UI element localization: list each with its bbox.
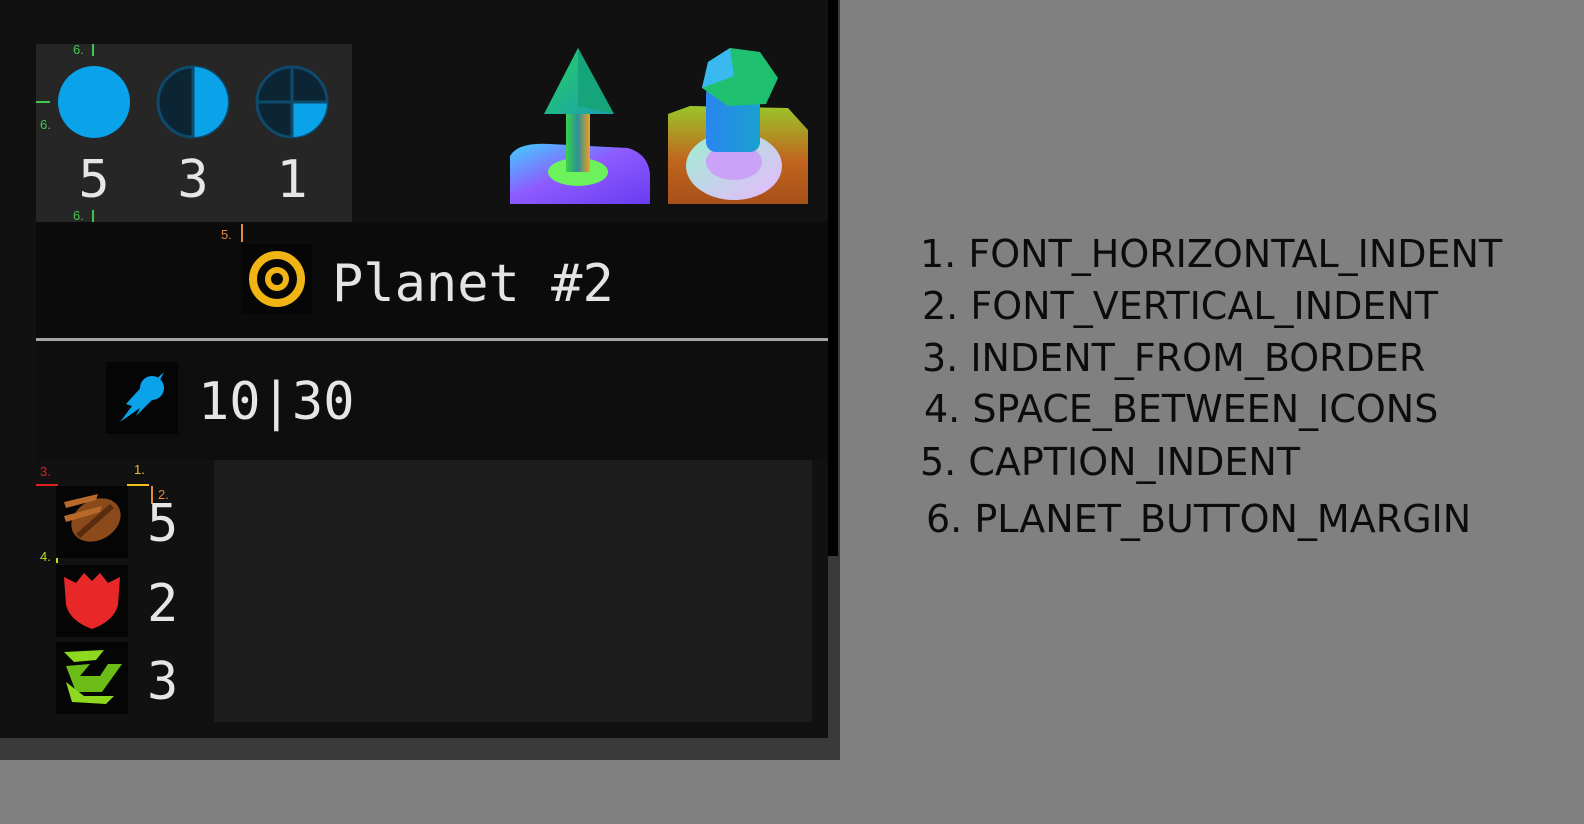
margin-tag-top: 6. (73, 42, 84, 57)
caption-indent-marker (241, 224, 243, 242)
orb-half-icon[interactable] (155, 64, 231, 140)
legend-item-6: 6. PLANET_BUTTON_MARGIN (926, 497, 1472, 541)
orb-full-count: 5 (78, 150, 110, 210)
shield-value: 2 (147, 574, 179, 634)
panel-right-edge-lower (828, 556, 838, 738)
margin-marker-bottom (92, 210, 94, 222)
comet-icon (106, 362, 178, 434)
indent-from-border-tag: 3. (40, 464, 51, 479)
legend-item-4: 4. SPACE_BETWEEN_ICONS (924, 387, 1439, 431)
planet-name: Planet #2 (332, 254, 614, 314)
arrow-tower-building-icon[interactable] (510, 44, 650, 204)
orb-full-icon[interactable] (56, 64, 132, 140)
orb-quarter-icon[interactable] (254, 64, 330, 140)
legend-item-1: 1. FONT_HORIZONTAL_INDENT (920, 232, 1503, 276)
wood-value: 5 (147, 494, 179, 554)
dome-building-icon[interactable] (668, 44, 808, 204)
panel-right-edge (828, 0, 838, 556)
red-shield-icon (56, 565, 128, 637)
wood-log-icon (56, 486, 128, 558)
margin-marker-left (36, 101, 50, 103)
resource-detail-area (214, 460, 812, 722)
margin-tag-bottom: 6. (73, 208, 84, 223)
caption-indent-tag: 5. (221, 227, 232, 242)
orb-quarter-count: 1 (276, 150, 308, 210)
population-text: 10|30 (198, 372, 355, 432)
font-horizontal-marker (127, 484, 149, 486)
legend-item-5: 5. CAPTION_INDENT (920, 440, 1301, 484)
legend-item-3: 3. INDENT_FROM_BORDER (922, 336, 1426, 380)
target-ring-icon (242, 244, 312, 314)
font-horizontal-tag: 1. (134, 462, 145, 477)
margin-marker-top (92, 44, 94, 56)
space-between-icons-tag: 4. (40, 549, 51, 564)
orb-half-count: 3 (177, 150, 209, 210)
margin-tag-left: 6. (40, 117, 51, 132)
legend-item-2: 2. FONT_VERTICAL_INDENT (922, 284, 1439, 328)
divider (36, 338, 828, 341)
chevron-value: 3 (147, 652, 179, 712)
indent-from-border-marker (36, 484, 58, 486)
green-chevron-icon (56, 642, 128, 714)
